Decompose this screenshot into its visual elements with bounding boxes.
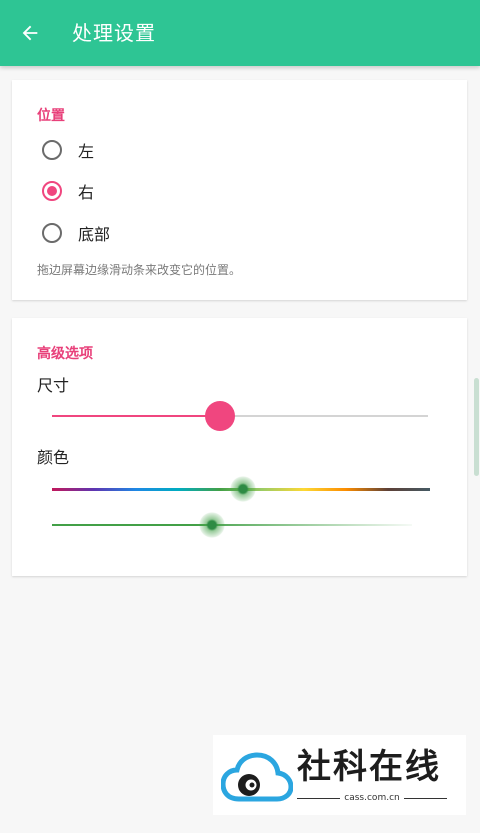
radio-option-right[interactable]: 右 [42,178,94,204]
back-button[interactable] [16,19,44,47]
watermark-url: cass.com.cn [297,793,447,803]
shade-slider-thumb[interactable] [199,512,225,538]
size-slider-track-filled [52,415,220,417]
position-card: 位置 左 右 底部 拖边屏幕边缘滑动条来改变它的位置。 [12,80,467,300]
radio-label-right: 右 [78,183,95,202]
advanced-section-title: 高级选项 [37,346,93,362]
radio-option-left[interactable]: 左 [42,137,94,163]
size-label: 尺寸 [37,376,70,395]
advanced-card: 高级选项 尺寸 颜色 [12,318,467,576]
position-section-title: 位置 [37,108,65,124]
size-slider-track [220,415,428,417]
color-label: 颜色 [37,448,70,467]
radio-label-left: 左 [78,142,95,161]
page-title: 处理设置 [72,21,156,45]
position-hint: 拖边屏幕边缘滑动条来改变它的位置。 [37,263,242,277]
app-bar: 处理设置 [0,0,480,66]
radio-button-checked[interactable] [42,181,62,201]
watermark-url-text: cass.com.cn [344,793,400,803]
arrow-back-icon [22,25,38,41]
divider [297,797,341,799]
divider [403,797,447,799]
radio-dot [47,186,57,196]
radio-button-unchecked[interactable] [42,223,62,243]
radio-button-unchecked[interactable] [42,140,62,160]
watermark: 社科在线 cass.com.cn [213,735,466,815]
cloud-logo-icon [221,752,293,802]
shade-slider-track [52,524,412,526]
radio-option-bottom[interactable]: 底部 [42,220,110,246]
scrollbar[interactable] [474,378,479,476]
size-slider-thumb[interactable] [205,401,235,431]
hue-slider-thumb[interactable] [230,476,256,502]
watermark-text: 社科在线 [297,747,441,787]
radio-label-bottom: 底部 [78,225,111,244]
